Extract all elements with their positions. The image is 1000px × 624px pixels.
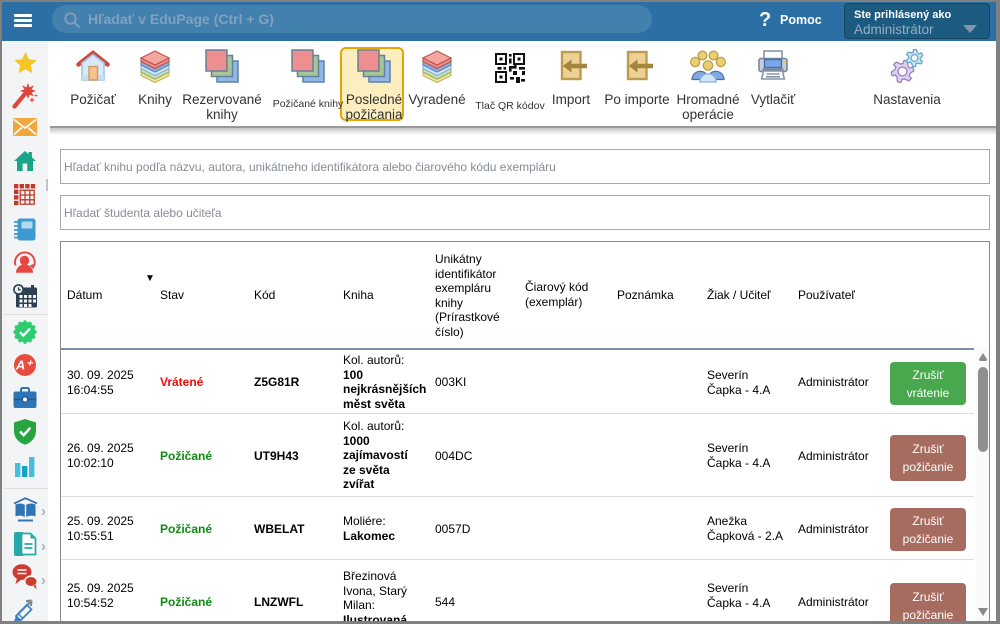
svg-text:A⁺: A⁺	[15, 358, 34, 373]
